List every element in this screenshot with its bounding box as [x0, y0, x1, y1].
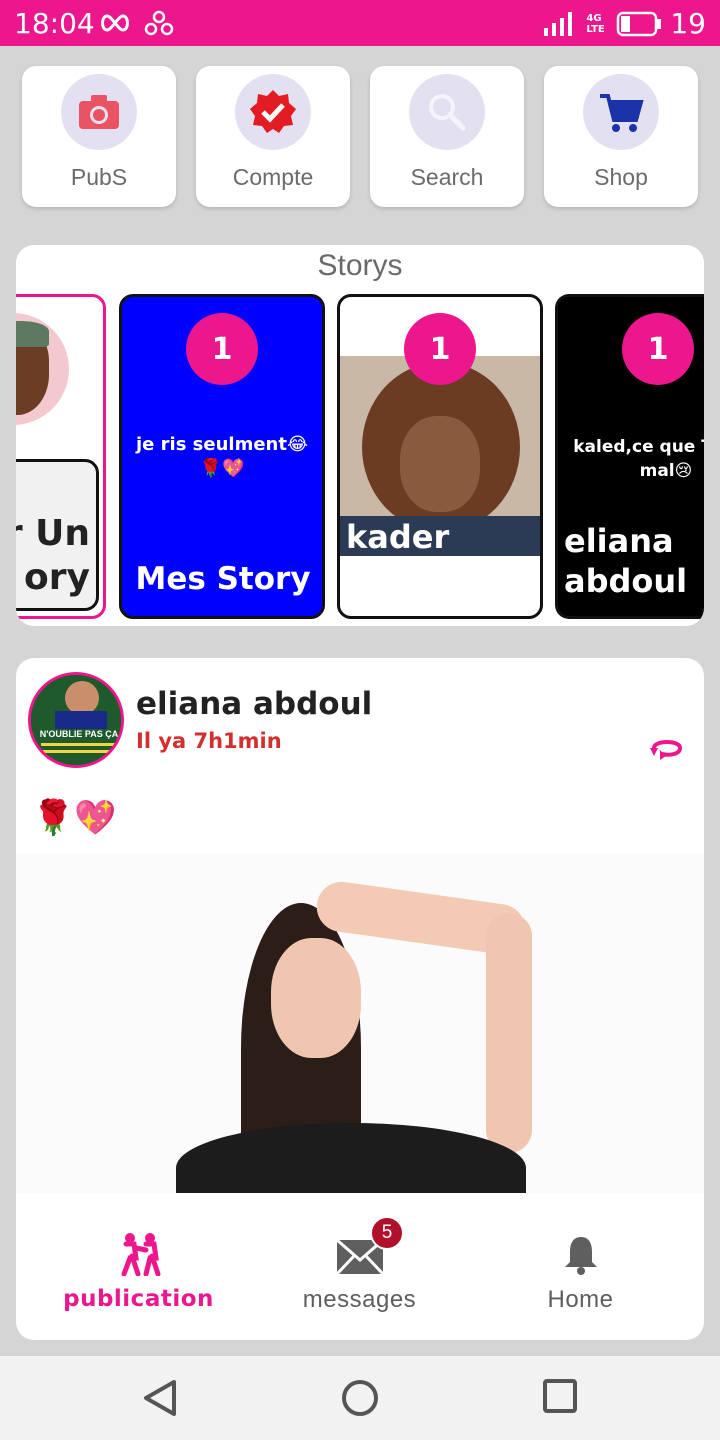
- battery-level: 19: [670, 7, 706, 40]
- story-count-badge: 1: [404, 313, 476, 385]
- quick-actions: PubS Compte Search Shop: [22, 66, 698, 207]
- people-icon: [121, 1233, 160, 1276]
- signal-icon: [544, 11, 573, 36]
- nav-home[interactable]: Home: [466, 1204, 695, 1340]
- pubs-label: PubS: [70, 164, 128, 190]
- story-caption: kaled,ce que Tu est mal😢: [573, 437, 704, 481]
- search-label: Search: [410, 164, 484, 190]
- story-card-mes-story[interactable]: 1 je ris seulment😂🌹💖 Mes Story: [119, 294, 325, 619]
- bell-icon: [564, 1237, 597, 1275]
- author-avatar[interactable]: N'OUBLIE PAS ÇA: [28, 672, 124, 768]
- messages-badge: 5: [370, 1216, 404, 1250]
- status-bar: 18:04 4G LTE 19: [0, 0, 720, 46]
- story-count-badge: 1: [622, 313, 694, 385]
- compte-button[interactable]: Compte: [196, 66, 350, 207]
- infinity-icon: [101, 14, 129, 32]
- shop-button[interactable]: Shop: [544, 66, 698, 207]
- status-time: 18:04: [14, 7, 95, 40]
- post-content: 🌹💖: [32, 799, 117, 837]
- home-circle-icon[interactable]: [340, 1378, 380, 1418]
- search-icon: [409, 74, 485, 150]
- search-button[interactable]: Search: [370, 66, 524, 207]
- share-nodes-icon: [144, 10, 174, 36]
- stories-section: Storys er Un ory 1 je ris seulment😂🌹💖 Me…: [16, 245, 704, 626]
- pubs-button[interactable]: PubS: [22, 66, 176, 207]
- network-type: 4G LTE: [586, 12, 605, 35]
- nav-messages[interactable]: messages: [245, 1204, 474, 1340]
- main-page: PubS Compte Search Shop Storys Un ory 1 …: [0, 46, 720, 1356]
- repost-icon[interactable]: [646, 734, 688, 764]
- system-nav-bar: [0, 1356, 720, 1440]
- nav-messages-label: messages: [302, 1286, 417, 1313]
- post-image[interactable]: [16, 853, 704, 1193]
- avatar-text: N'OUBLIE PAS ÇA: [39, 729, 119, 739]
- add-story-card[interactable]: er Un ory: [16, 294, 106, 619]
- story-caption: je ris seulment😂🌹💖: [136, 434, 308, 479]
- compte-label: Compte: [232, 164, 314, 190]
- story-name: kader: [346, 518, 450, 556]
- story-card-eliana[interactable]: 1 kaled,ce que Tu est mal😢 eliana abdoul: [555, 294, 704, 619]
- my-avatar: [16, 313, 69, 425]
- verified-badge-icon: [235, 74, 311, 150]
- shop-label: Shop: [594, 164, 648, 190]
- post-card: N'OUBLIE PAS ÇA eliana abdoul Il ya 7h1m…: [16, 658, 704, 1278]
- story-count-badge: 1: [186, 313, 258, 385]
- stories-title: Storys: [317, 249, 403, 282]
- post-time: Il ya 7h1min: [136, 729, 282, 753]
- shopping-cart-icon: [583, 74, 659, 150]
- add-story-label: er Un ory: [16, 513, 90, 598]
- recents-icon[interactable]: [542, 1378, 578, 1414]
- story-name: Mes Story: [135, 561, 311, 597]
- back-icon[interactable]: [140, 1378, 180, 1418]
- story-card-kader[interactable]: 1 kader: [337, 294, 543, 619]
- nav-publication[interactable]: publication: [24, 1204, 253, 1340]
- nav-home-label: Home: [547, 1286, 614, 1313]
- bottom-nav: publication messages Home: [16, 1204, 704, 1340]
- story-name: eliana abdoul: [564, 522, 688, 600]
- add-story-box[interactable]: er Un ory: [16, 459, 99, 611]
- camera-icon: [61, 74, 137, 150]
- status-right: 4G LTE 19: [542, 7, 706, 40]
- post-author[interactable]: eliana abdoul: [136, 686, 372, 722]
- battery-icon: [617, 11, 662, 36]
- nav-publication-label: publication: [63, 1286, 214, 1312]
